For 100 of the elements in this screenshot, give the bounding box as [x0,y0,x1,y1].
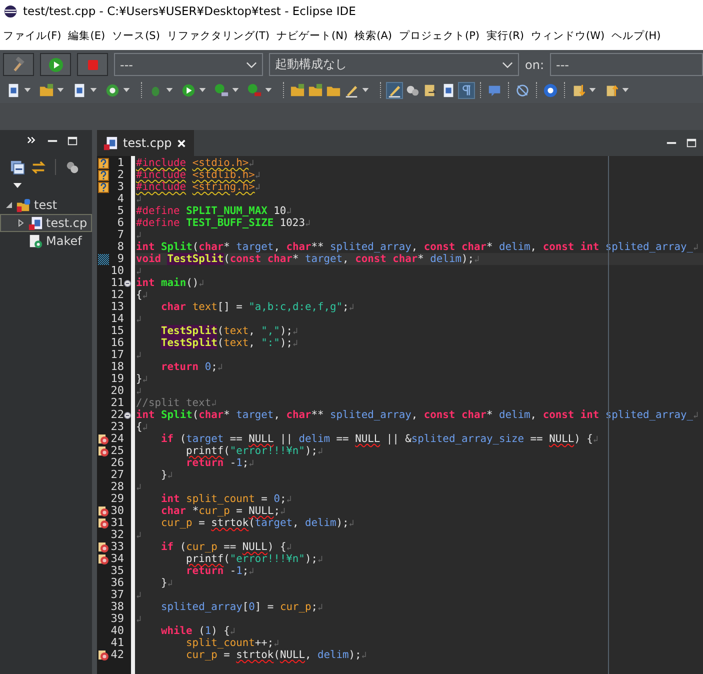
dropdown-caret-icon[interactable] [57,88,64,92]
launch-configuration-dropdown[interactable]: 起動構成なし [269,53,519,76]
line-end-mark: ↲ [136,195,142,205]
close-icon[interactable] [176,138,186,148]
collapse-all-icon[interactable] [10,160,25,174]
keyword: char [198,409,224,421]
down-icon[interactable] [571,82,586,98]
dropdown-caret-icon[interactable] [199,88,206,92]
expand-arrow-icon[interactable] [5,201,13,209]
line-end-mark: ↲ [317,447,323,457]
line-number: 33 [110,541,124,553]
line-end-mark: ↲ [254,171,260,181]
view-menu-icon[interactable] [13,183,22,188]
chevron-down-icon [502,60,513,68]
link-editor-icon[interactable] [31,160,46,174]
menu-item[interactable]: ウィンドウ(W) [528,29,609,43]
dropdown-caret-icon[interactable] [589,88,596,92]
parameter-name: delim [298,433,330,445]
pilcrow-icon[interactable] [459,82,474,98]
launch-target-dropdown[interactable]: --- [550,53,703,76]
file-tree-item[interactable]: Makef [0,232,92,250]
chevron-down-icon [246,60,257,68]
parameter-name: delim [499,241,530,253]
line-end-mark: ↲ [167,471,173,481]
menu-item[interactable]: 編集(E) [65,29,110,43]
eclipse-logo-icon [4,4,17,18]
variable-name: text [224,325,249,337]
dropdown-caret-icon[interactable] [123,88,130,92]
editor-tab[interactable]: test.cpp [97,130,194,156]
code-text: , [411,409,418,421]
function-name: main [161,277,186,289]
parameter-name: target [304,253,343,265]
code-text: ); [461,253,474,265]
fold-toggle-icon[interactable] [124,412,131,418]
keyword: char [267,253,292,265]
line-end-mark: ↲ [136,315,142,325]
dropdown-caret-icon[interactable] [166,88,173,92]
code-text: * [192,505,199,517]
menu-item[interactable]: 実行(R) [484,29,528,43]
dropdown-caret-icon[interactable] [24,88,31,92]
dropdown-caret-icon[interactable] [232,88,239,92]
code-text: ( [224,553,230,565]
folder-open-icon[interactable] [290,82,305,98]
code-text: , [411,241,418,253]
code-text: , [530,409,537,421]
folder-add-icon[interactable] [39,82,54,98]
line-number: 6 [116,217,124,229]
code-text: () [186,277,199,289]
expand-arrow-icon[interactable] [17,219,25,227]
code-text: ( [274,649,280,661]
line-number: 24 [110,433,124,445]
line-end-mark: ↲ [136,387,142,397]
code-text: NULL [355,433,380,445]
code-text: ; [274,505,280,517]
line-number: 2 [116,169,124,181]
number-literal: 1 [204,625,212,637]
menu-item[interactable]: リファクタリング(T) [164,29,274,43]
menu-item[interactable]: ソース(S) [109,29,164,43]
doc-icon[interactable] [441,82,456,98]
no-link-icon[interactable] [515,82,530,98]
code-text: { [136,421,142,433]
line-number: 11 [110,277,124,289]
code-text: ); [336,517,349,529]
launch-mode-dropdown[interactable]: --- [114,53,263,76]
up-icon[interactable] [604,82,619,98]
line-number: 27 [110,469,124,481]
dropdown-caret-icon[interactable] [90,88,97,92]
highlight-icon[interactable] [387,82,402,98]
dropdown-caret-icon[interactable] [265,88,272,92]
menu-item[interactable]: ナビゲート(N) [274,29,352,43]
menu-item[interactable]: ファイル(F) [0,29,66,43]
line-end-mark: ↲ [167,579,173,589]
run-button[interactable] [40,53,71,76]
keyword: int [136,409,155,421]
dropdown-caret-icon[interactable] [622,88,629,92]
build-button[interactable] [3,53,34,76]
file-tree-item[interactable]: test.cp [0,214,92,232]
fold-toggle-icon[interactable] [124,280,131,286]
stop-button[interactable] [77,53,108,76]
line-number: 37 [110,589,124,601]
menu-item[interactable]: ヘルプ(H) [608,29,665,43]
menu-item[interactable]: 検索(A) [352,29,396,43]
keyword: const [355,253,386,265]
project-tree-item[interactable]: test [0,196,92,214]
line-number: 26 [110,457,124,469]
code-text: ); [304,445,318,457]
code-text: , [342,253,349,265]
maximize-icon[interactable] [67,136,78,146]
code-text: == [336,433,349,445]
dropdown-caret-icon[interactable] [362,88,369,92]
menu-item[interactable]: プロジェクト(P) [396,29,484,43]
makefile-icon [28,234,43,248]
chevron-icon[interactable] [27,136,38,146]
code-text: - [230,565,236,577]
run-icon[interactable] [181,82,196,98]
maximize-icon[interactable] [686,138,697,148]
line-end-mark: ↲ [211,399,216,409]
code-text: } [161,469,168,481]
code-text: 10 [274,205,286,217]
code-text: - [230,457,236,469]
